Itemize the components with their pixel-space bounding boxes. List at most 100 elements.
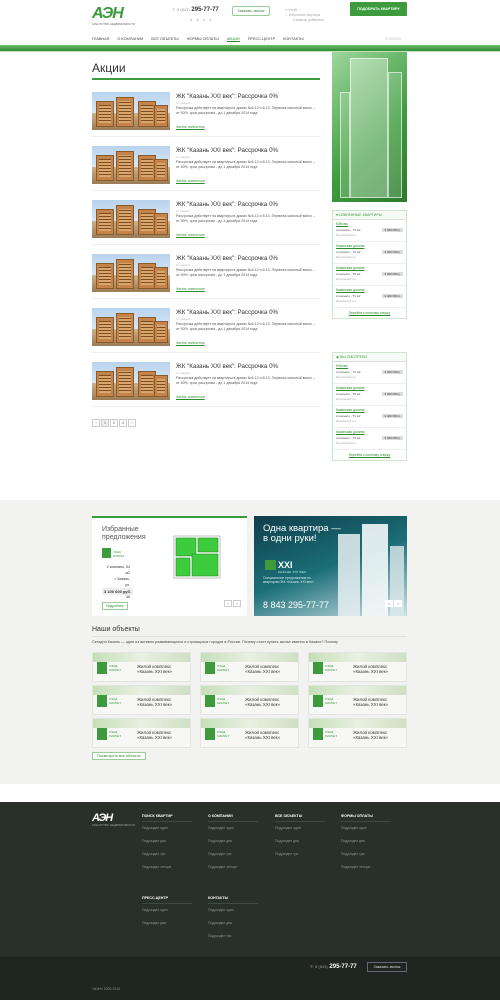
pick-apartment-button[interactable]: ПОДОБРАТЬ КВАРТИРУ <box>350 2 407 16</box>
object-tile[interactable]: ЛЭНД МАРКЕТ Жилой комплекс «Казань XXI век… <box>308 652 407 682</box>
apartment-name[interactable]: Казанская долина <box>336 408 403 412</box>
promo-image[interactable] <box>92 200 170 238</box>
banner-next-arrow-icon[interactable]: › <box>394 600 402 607</box>
offer-prev-arrow-icon[interactable]: ‹ <box>224 600 232 607</box>
promo-image[interactable] <box>92 92 170 130</box>
footer-column-title[interactable]: ВСЕ ОБЪЕКТЫ <box>275 814 325 822</box>
footer-link[interactable]: Подраздел два <box>341 839 391 843</box>
nav-promos[interactable]: АКЦИИ <box>226 37 240 42</box>
apartment-name[interactable]: Казанская долина <box>336 266 403 270</box>
sidebar-apartment-item[interactable]: Казанская долина 2-комнатн., 76 м2 3 400… <box>333 242 406 264</box>
promo-image[interactable] <box>92 254 170 292</box>
promo-banner[interactable]: Одна квартира — в одни руки! XXI КАЗАНЬ X… <box>254 516 407 616</box>
apartment-name[interactable]: Юбгово <box>336 364 403 368</box>
page-2-button[interactable]: 2 <box>110 419 118 427</box>
apartment-name[interactable]: Казанская долина <box>336 430 403 434</box>
footer-link[interactable]: Подраздел три <box>275 852 325 856</box>
footer-link[interactable]: Подраздел три <box>208 852 258 856</box>
footer-column-title[interactable]: ПОИСК КВАРТИР <box>142 814 192 822</box>
promo-title[interactable]: ЖК "Казань XXI век": Рассрочка 0% <box>176 147 278 154</box>
object-tile[interactable]: ЛЭНД МАРКЕТ Жилой комплекс «Казань XXI век… <box>200 685 299 715</box>
favorites-link[interactable]: Избранные квартиры <box>289 13 320 17</box>
footer-link[interactable]: Подраздел один <box>341 826 391 830</box>
object-tile[interactable]: ЛЭНД МАРКЕТ Жилой комплекс «Казань XXI век… <box>308 718 407 748</box>
promo-image[interactable] <box>92 146 170 184</box>
footer-link[interactable]: Подраздел два <box>142 921 192 925</box>
object-tile[interactable]: ЛЭНД МАРКЕТ Жилой комплекс «Казань XXI век… <box>200 652 299 682</box>
object-tile[interactable]: ЛЭНД МАРКЕТ Жилой комплекс «Казань XXI век… <box>200 718 299 748</box>
promo-read-more-link[interactable]: Читать полностью <box>176 233 205 237</box>
favorites-full-list-link[interactable]: Перейти к полному списку <box>333 308 406 318</box>
footer-link[interactable]: Подраздел один <box>275 826 325 830</box>
footer-link[interactable]: Подраздел четыре <box>341 865 391 869</box>
sidebar-apartment-item[interactable]: Казанская долина 2-комнатн., 76 м2 3 400… <box>333 264 406 286</box>
footer-link[interactable]: Подраздел три <box>208 934 258 938</box>
promo-read-more-link[interactable]: Читать полностью <box>176 125 205 129</box>
nav-about[interactable]: О КОМПАНИИ <box>117 37 143 42</box>
apartment-name[interactable]: Юбгово <box>336 222 403 226</box>
promo-title[interactable]: ЖК "Казань XXI век": Рассрочка 0% <box>176 201 278 208</box>
search-input[interactable]: ⚲ ПОИСК <box>385 37 401 41</box>
footer-call-button[interactable]: Заказать звонок <box>367 962 407 972</box>
promo-title[interactable]: ЖК "Казань XXI век": Рассрочка 0% <box>176 93 278 100</box>
sidebar-apartment-item[interactable]: Юбгово 2-комнатн., 76 м2 3 400 000 р. Мо… <box>333 220 406 242</box>
footer-link[interactable]: Подраздел три <box>142 852 192 856</box>
promo-read-more-link[interactable]: Читать полностью <box>176 179 205 183</box>
twitter-icon[interactable]: ● <box>203 17 205 22</box>
footer-column-title[interactable]: ФОРМЫ ОПЛАТЫ <box>341 814 391 822</box>
facebook-icon[interactable]: ● <box>196 17 198 22</box>
footer-link[interactable]: Подраздел четыре <box>208 865 258 869</box>
page-1-button[interactable]: 1 <box>101 419 109 427</box>
promo-read-more-link[interactable]: Читать полностью <box>176 395 205 399</box>
nav-payment[interactable]: ФОРМЫ ОПЛАТЫ <box>187 37 219 42</box>
all-objects-button[interactable]: Посмотреть все объекты <box>92 752 146 760</box>
logo[interactable]: АЭН АГЕНТСТВО НЕДВИЖИМОСТИ <box>92 6 135 27</box>
footer-link[interactable]: Подраздел два <box>208 839 258 843</box>
sidebar-apartment-item[interactable]: Казанская долина 2-комнатн., 76 м2 3 400… <box>333 428 406 450</box>
promo-title[interactable]: ЖК "Казань XXI век": Рассрочка 0% <box>176 363 278 370</box>
vk-icon[interactable]: ● <box>190 17 192 22</box>
promo-read-more-link[interactable]: Читать полностью <box>176 341 205 345</box>
sidebar-apartment-item[interactable]: Казанская долина 2-комнатн., 76 м2 3 400… <box>333 406 406 428</box>
apartment-name[interactable]: Казанская долина <box>336 244 403 248</box>
nav-home[interactable]: ГЛАВНАЯ <box>92 37 109 42</box>
footer-link[interactable]: Подраздел четыре <box>142 865 192 869</box>
promo-title[interactable]: ЖК "Казань XXI век": Рассрочка 0% <box>176 309 278 316</box>
mail-link[interactable]: info@... <box>289 8 300 12</box>
apartment-name[interactable]: Казанская долина <box>336 386 403 390</box>
banner-prev-arrow-icon[interactable]: ‹ <box>385 600 393 607</box>
footer-column-title[interactable]: КОНТАКТЫ <box>208 896 258 904</box>
promo-image[interactable] <box>92 362 170 400</box>
prev-page-button[interactable]: ‹ <box>92 419 100 427</box>
sidebar-apartment-item[interactable]: Юбгово 2-комнатн., 76 м2 3 400 000 р. Мо… <box>333 362 406 384</box>
footer-link[interactable]: Подраздел два <box>142 839 192 843</box>
sidebar-apartment-item[interactable]: Казанская долина 2-комнатн., 76 м2 3 400… <box>333 286 406 308</box>
sidebar-apartment-item[interactable]: Казанская долина 2-комнатн., 76 м2 3 400… <box>333 384 406 406</box>
viewed-full-list-link[interactable]: Перейти к полному списку <box>333 450 406 460</box>
nav-objects[interactable]: ВСЕ ОБЪЕКТЫ <box>151 37 179 42</box>
next-page-button[interactable]: › <box>128 419 136 427</box>
instagram-icon[interactable]: ● <box>209 17 211 22</box>
object-tile[interactable]: ЛЭНД МАРКЕТ Жилой комплекс «Казань XXI век… <box>92 652 191 682</box>
footer-link[interactable]: Подраздел два <box>275 839 325 843</box>
promo-image[interactable] <box>92 308 170 346</box>
footer-link[interactable]: Подраздел два <box>208 921 258 925</box>
object-tile[interactable]: ЛЭНД МАРКЕТ Жилой комплекс «Казань XXI век… <box>92 685 191 715</box>
apartment-name[interactable]: Казанская долина <box>336 288 403 292</box>
footer-link[interactable]: Подраздел один <box>142 908 192 912</box>
nav-press[interactable]: ПРЕСС-ЦЕНТР <box>248 37 275 42</box>
footer-link[interactable]: Подраздел три <box>341 852 391 856</box>
offer-more-button[interactable]: Подробнее <box>102 602 128 610</box>
footer-logo[interactable]: АЭН АГЕНТСТВО НЕДВИЖИМОСТИ <box>92 812 135 827</box>
footer-column-title[interactable]: ПРЕСС-ЦЕНТР <box>142 896 192 904</box>
promo-read-more-link[interactable]: Читать полностью <box>176 287 205 291</box>
footer-link[interactable]: Подраздел один <box>142 826 192 830</box>
footer-link[interactable]: Подраздел один <box>208 908 258 912</box>
footer-link[interactable]: Подраздел один <box>208 826 258 830</box>
call-request-button[interactable]: Заказать звонок <box>232 6 270 16</box>
nav-contacts[interactable]: КОНТАКТЫ <box>283 37 303 42</box>
object-tile[interactable]: ЛЭНД МАРКЕТ Жилой комплекс «Казань XXI век… <box>308 685 407 715</box>
footer-column-title[interactable]: О КОМПАНИИ <box>208 814 258 822</box>
offer-next-arrow-icon[interactable]: › <box>233 600 241 607</box>
promo-title[interactable]: ЖК "Казань XXI век": Рассрочка 0% <box>176 255 278 262</box>
